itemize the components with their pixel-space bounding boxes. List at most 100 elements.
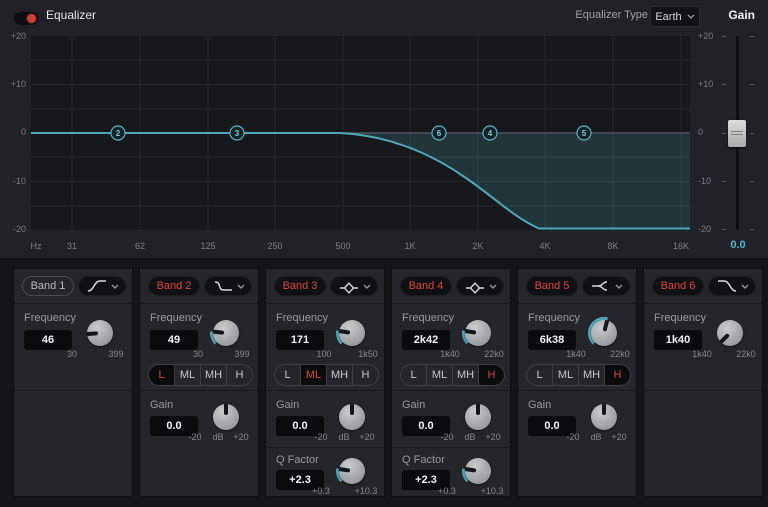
band-1-button[interactable]: Band 1: [22, 276, 74, 296]
range-ml-button[interactable]: ML: [300, 365, 326, 385]
high-pass-icon: [86, 278, 108, 294]
range-l-button[interactable]: L: [401, 365, 426, 385]
toggle-led: [27, 14, 36, 23]
chevron-down-icon: [741, 284, 749, 289]
range-ml-button[interactable]: ML: [174, 365, 200, 385]
knob-min-label: 1k40: [435, 349, 465, 359]
range-h-button[interactable]: H: [226, 365, 252, 385]
band-3-q-knob[interactable]: [336, 455, 368, 487]
band-4-button[interactable]: Band 4: [400, 276, 452, 296]
band-6-handle[interactable]: 6: [432, 126, 446, 140]
band-2-gain-knob[interactable]: [210, 401, 242, 433]
low-pass-icon: [716, 278, 738, 294]
band-3-panel: Band 3 Frequency 171 100 1k50: [265, 268, 385, 497]
band-2-frequency-knob[interactable]: [210, 317, 242, 349]
gain-fader-handle[interactable]: [728, 120, 746, 147]
band-3-frequency-value[interactable]: 171: [276, 330, 324, 350]
svg-text:3: 3: [235, 129, 240, 138]
knob-max-label: +20: [478, 432, 508, 442]
band-5-handle[interactable]: 5: [577, 126, 591, 140]
fader-scale-label: +10: [698, 79, 722, 89]
range-ml-button[interactable]: ML: [552, 365, 578, 385]
band-4-frequency-value[interactable]: 2k42: [402, 330, 450, 350]
equalizer-window: Equalizer Equalizer Type Earth Gain +20 …: [0, 0, 768, 507]
gain-column-title: Gain: [728, 8, 755, 22]
band-4-gain-knob[interactable]: [462, 401, 494, 433]
x-tick-label: 16K: [661, 241, 701, 251]
band-2-shape-dropdown[interactable]: [204, 276, 252, 296]
knob-max-label: +10.3: [351, 486, 381, 496]
y-tick-label: -20: [2, 224, 26, 234]
band-3-frequency-knob[interactable]: [336, 317, 368, 349]
high-shelf-icon: [590, 278, 612, 294]
band-6-frequency-value[interactable]: 1k40: [654, 330, 702, 350]
band-4-frequency-knob[interactable]: [462, 317, 494, 349]
band-3-range-buttons: L ML MH H: [274, 364, 379, 386]
band-6-frequency-knob[interactable]: [714, 317, 746, 349]
range-mh-button[interactable]: MH: [452, 365, 478, 385]
band-1-frequency-value[interactable]: 46: [24, 330, 72, 350]
band-6-shape-dropdown[interactable]: [708, 276, 756, 296]
knob-min-label: 1k40: [561, 349, 591, 359]
x-tick-label: 4K: [525, 241, 565, 251]
range-mh-button[interactable]: MH: [326, 365, 352, 385]
band-3-gain-knob[interactable]: [336, 401, 368, 433]
range-h-button[interactable]: H: [478, 365, 504, 385]
band-2-button[interactable]: Band 2: [148, 276, 200, 296]
band-4-shape-dropdown[interactable]: [456, 276, 504, 296]
band-1-frequency-knob[interactable]: [84, 317, 116, 349]
band-1-shape-dropdown[interactable]: [78, 276, 126, 296]
gain-fader-value[interactable]: 0.0: [722, 239, 754, 251]
band-4-range-buttons: L ML MH H: [400, 364, 505, 386]
knob-min-label: 30: [57, 349, 87, 359]
band-5-frequency-knob[interactable]: [588, 317, 620, 349]
top-bar: Equalizer Equalizer Type Earth Gain: [0, 0, 768, 30]
fader-scale-label: +20: [698, 31, 722, 41]
band-3-shape-dropdown[interactable]: [330, 276, 378, 296]
frequency-label: Frequency: [654, 312, 706, 324]
x-tick-label: 125: [188, 241, 228, 251]
bands-section: Band 1 Frequency 46 30 399: [0, 258, 768, 507]
range-l-button[interactable]: L: [527, 365, 552, 385]
x-tick-label: 1K: [390, 241, 430, 251]
knob-max-label: +20: [352, 432, 382, 442]
band-4-handle[interactable]: 4: [483, 126, 497, 140]
x-tick-label: 2K: [458, 241, 498, 251]
range-ml-button[interactable]: ML: [426, 365, 452, 385]
knob-max-label: 399: [227, 349, 257, 359]
band-4-q-knob[interactable]: [462, 455, 494, 487]
band-2-panel: Band 2 Frequency 49 30 399: [139, 268, 259, 497]
band-6-panel: Band 6 Frequency 1k40 1k40 22: [643, 268, 763, 497]
band-6-button[interactable]: Band 6: [652, 276, 704, 296]
range-mh-button[interactable]: MH: [578, 365, 604, 385]
fader-scale-label: -20: [698, 224, 722, 234]
knob-max-label: 22k0: [605, 349, 635, 359]
svg-text:4: 4: [488, 129, 493, 138]
knob-min-label: +0.3: [306, 486, 336, 496]
band-5-frequency-value[interactable]: 6k38: [528, 330, 576, 350]
svg-text:6: 6: [437, 129, 442, 138]
range-h-button[interactable]: H: [352, 365, 378, 385]
eq-response-plot: 2 3 6 4 5: [31, 36, 690, 230]
band-2-frequency-value[interactable]: 49: [150, 330, 198, 350]
bell-icon: [464, 278, 486, 294]
band-5-shape-dropdown[interactable]: [582, 276, 630, 296]
equalizer-type-dropdown[interactable]: Earth: [650, 6, 700, 27]
range-h-button[interactable]: H: [604, 365, 630, 385]
frequency-label: Frequency: [150, 312, 202, 324]
gain-label: Gain: [402, 399, 425, 411]
fader-scale-label: 0: [698, 127, 722, 137]
band-5-gain-knob[interactable]: [588, 401, 620, 433]
knob-max-label: +20: [604, 432, 634, 442]
range-l-button[interactable]: L: [149, 365, 174, 385]
knob-min-label: 100: [309, 349, 339, 359]
gain-label: Gain: [150, 399, 173, 411]
band-3-handle[interactable]: 3: [230, 126, 244, 140]
band-2-handle[interactable]: 2: [111, 126, 125, 140]
frequency-label: Frequency: [276, 312, 328, 324]
band-5-button[interactable]: Band 5: [526, 276, 578, 296]
range-mh-button[interactable]: MH: [200, 365, 226, 385]
equalizer-enable-toggle[interactable]: [14, 12, 39, 25]
range-l-button[interactable]: L: [275, 365, 300, 385]
band-3-button[interactable]: Band 3: [274, 276, 326, 296]
